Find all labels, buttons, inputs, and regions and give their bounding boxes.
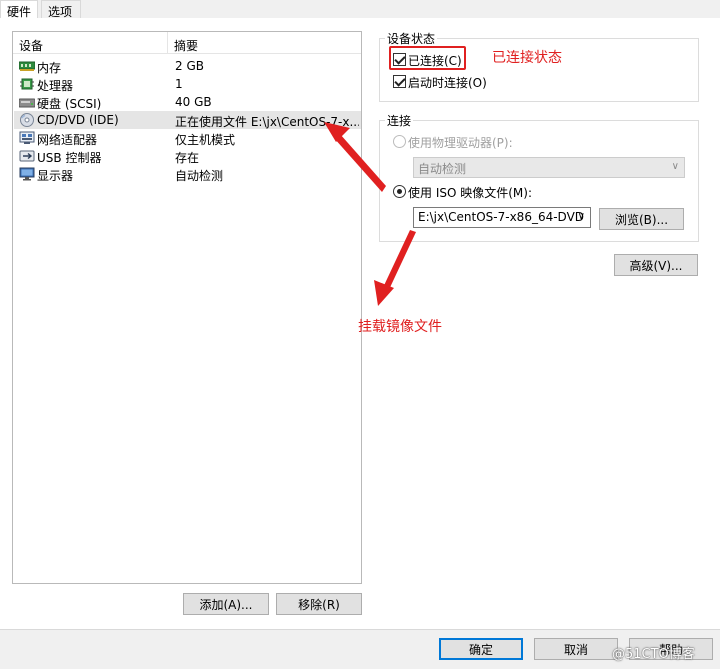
column-device[interactable]: 设备 [19,37,43,54]
cancel-button[interactable]: 取消 [534,638,618,660]
advanced-button[interactable]: 高级(V)... [614,254,698,276]
network-adapter-icon [19,131,35,144]
device-status-title: 设备状态 [385,30,438,47]
add-device-button[interactable]: 添加(A)... [183,593,269,615]
device-name: 内存 [37,61,62,75]
memory-icon [19,61,35,71]
monitor-icon [19,167,35,181]
connected-status-annotation: 已连接状态 [492,50,562,66]
column-separator[interactable] [167,32,168,54]
tab-options[interactable]: 选项 [41,0,81,19]
device-name: CD/DVD (IDE) [37,113,119,127]
hard-disk-icon [19,98,35,108]
device-row-hard-disk[interactable]: 硬盘 (SCSI) 40 GB [14,93,361,111]
tab-options-label: 选项 [48,5,73,19]
device-summary: 2 GB [175,59,204,73]
device-row-monitor[interactable]: 显示器 自动检测 [14,165,361,183]
mount-image-annotation: 挂载镜像文件 [358,319,442,335]
device-row-usb[interactable]: USB 控制器 存在 [14,147,361,165]
device-name: 硬盘 (SCSI) [37,97,102,111]
device-list-header: 设备 摘要 [13,32,361,54]
device-summary: 40 GB [175,95,212,109]
arrow-head-cd-dvd [324,122,350,142]
device-row-network-adapter[interactable]: 网络适配器 仅主机模式 [14,129,361,147]
tab-hardware[interactable]: 硬件 [0,0,38,20]
connect-on-start-checkbox[interactable] [393,75,406,88]
chevron-down-icon: ∨ [671,161,679,172]
tab-strip: 硬件 选项 [0,0,720,20]
connected-highlight-box [389,46,466,70]
device-row-memory[interactable]: 内存 2 GB [14,57,361,75]
physical-drive-select[interactable]: 自动检测 ∨ [413,157,685,178]
device-name: 处理器 [37,79,74,93]
device-row-cd-dvd[interactable]: CD/DVD (IDE) 正在使用文件 E:\jx\CentOS-7-x... [14,111,361,129]
remove-device-button[interactable]: 移除(R) [276,593,362,615]
connect-on-start-label[interactable]: 启动时连接(O) [408,74,487,91]
device-name: 网络适配器 [37,133,98,147]
device-list[interactable]: 设备 摘要 内存 2 GB 处理器 1 硬盘 (SCSI) 40 GB CD/D… [12,31,362,584]
usb-icon [19,150,35,162]
cpu-icon [20,78,34,90]
device-summary: 1 [175,77,183,91]
watermark: @51CTO博客 [612,647,695,662]
annotation-arrows [324,122,416,306]
chevron-down-icon: ∨ [577,211,585,222]
column-summary[interactable]: 摘要 [174,37,198,54]
iso-path-value: E:\jx\CentOS-7-x86_64-DVD [418,210,585,224]
cd-dvd-icon [20,113,34,127]
browse-button[interactable]: 浏览(B)... [599,208,684,230]
iso-path-combobox[interactable]: E:\jx\CentOS-7-x86_64-DVD ∨ [413,207,591,228]
tab-hardware-label: 硬件 [7,5,32,19]
device-name: 显示器 [37,169,74,183]
device-row-cpu[interactable]: 处理器 1 [14,75,361,93]
device-name: USB 控制器 [37,151,102,165]
ok-button[interactable]: 确定 [439,638,523,660]
